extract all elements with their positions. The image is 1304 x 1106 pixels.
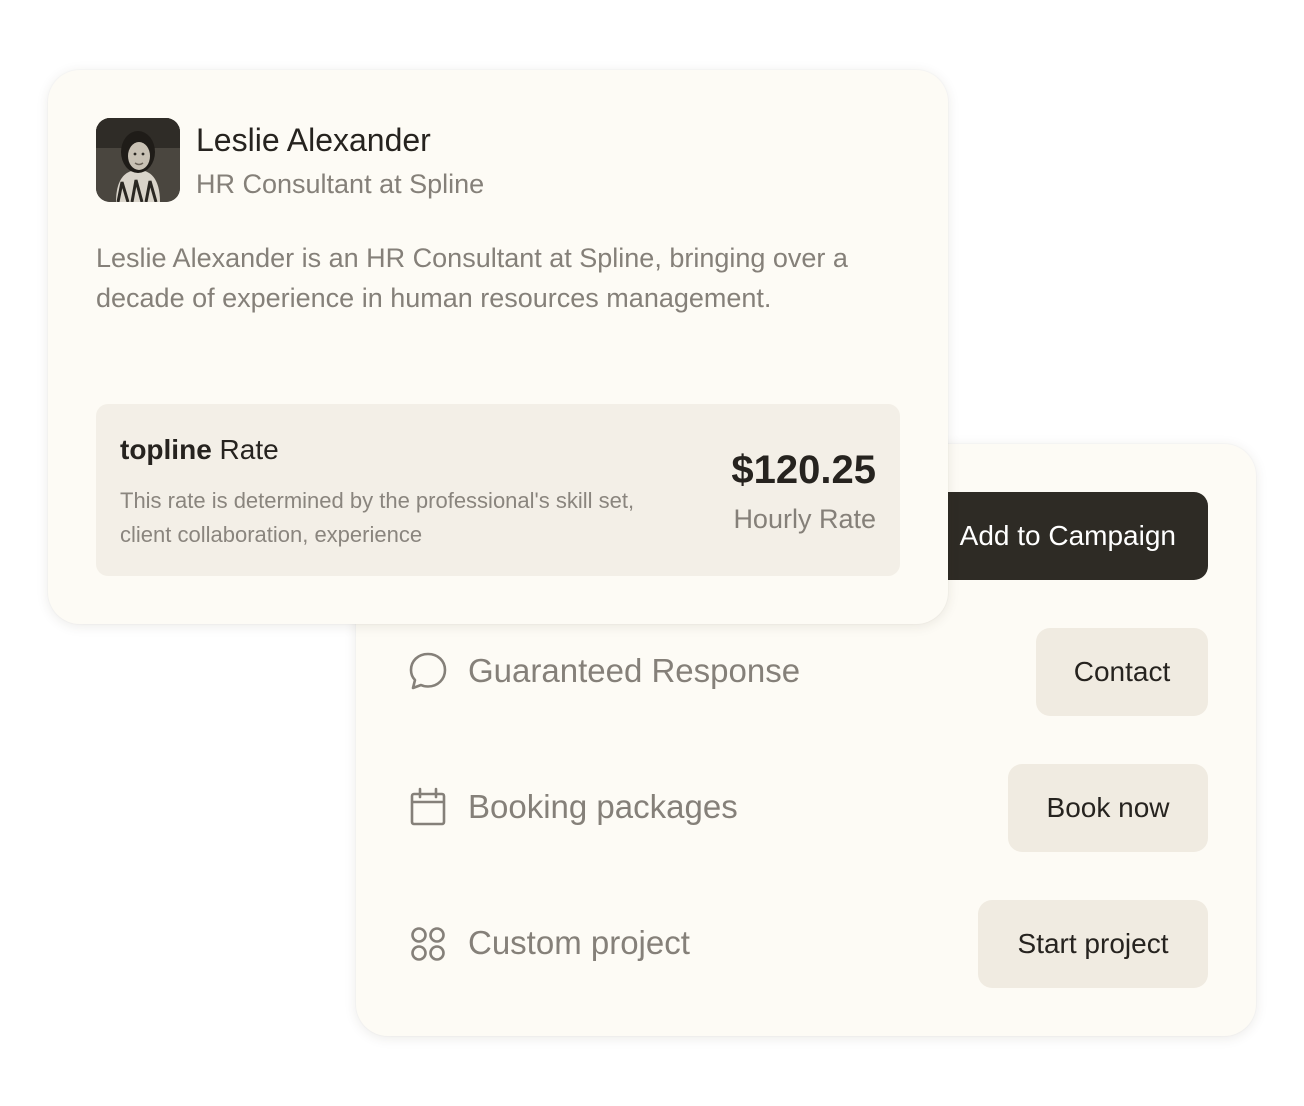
profile-card: Leslie Alexander HR Consultant at Spline… xyxy=(48,70,948,624)
rate-description: This rate is determined by the professio… xyxy=(120,488,635,547)
rate-box: topline Rate This rate is determined by … xyxy=(96,404,900,576)
profile-role: HR Consultant at Spline xyxy=(196,169,485,199)
guaranteed-response-label: Guaranteed Response xyxy=(468,652,801,689)
start-project-button[interactable]: Start project xyxy=(978,900,1208,988)
custom-project-label: Custom project xyxy=(468,924,690,961)
booking-packages-label: Booking packages xyxy=(468,788,738,825)
calendar-icon xyxy=(410,787,446,826)
avatar xyxy=(96,118,180,202)
contact-button[interactable]: Contact xyxy=(1036,628,1208,716)
rate-unit: Hourly Rate xyxy=(733,504,876,534)
rate-amount: $120.25 xyxy=(731,448,876,492)
profile-bio: Leslie Alexander is an HR Consultant at … xyxy=(96,243,848,313)
rate-brand: topline xyxy=(120,434,212,465)
profile-name: Leslie Alexander xyxy=(196,122,431,158)
rate-title: topline Rate xyxy=(120,434,279,466)
book-now-button[interactable]: Book now xyxy=(1008,764,1208,852)
chat-bubble-icon xyxy=(409,652,447,690)
person-photo-icon xyxy=(96,118,180,202)
grid-circles-icon xyxy=(411,927,445,961)
rate-title-text: Rate xyxy=(219,434,279,465)
